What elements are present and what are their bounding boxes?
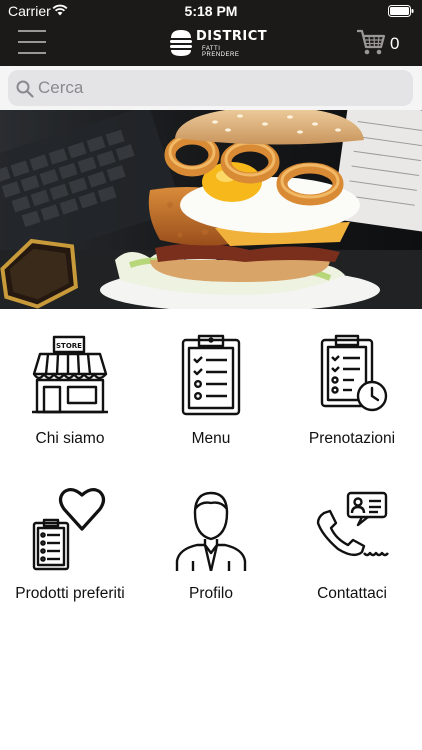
store-icon: STORE (32, 335, 108, 414)
cart-count: 0 (390, 34, 400, 53)
menu-item-chi-siamo[interactable]: STORE Chi siamo (0, 320, 140, 470)
hero-banner-image (0, 110, 422, 309)
search-icon (16, 80, 34, 103)
user-icon (175, 491, 247, 571)
status-bar: Carrier 5:18 PM (0, 0, 422, 22)
clipboard-clock-icon (320, 334, 388, 412)
app-header: Carrier 5:18 PM DISTRICT FATTI PRENDERE … (0, 0, 422, 66)
search-bar-container (0, 66, 422, 110)
svg-text:STORE: STORE (56, 342, 82, 350)
menu-item-label: Chi siamo (35, 430, 105, 447)
menu-item-contattaci[interactable]: Contattaci (282, 475, 422, 625)
menu-item-label: Profilo (189, 585, 233, 602)
clipboard-list-icon (181, 334, 241, 416)
phone-contact-icon (316, 491, 389, 557)
menu-item-prenotazioni[interactable]: Prenotazioni (282, 320, 422, 470)
brand-logo: DISTRICT FATTI PRENDERE (168, 26, 267, 60)
menu-item-label: Menu (191, 430, 231, 447)
brand-tagline: FATTI PRENDERE (202, 46, 240, 58)
burger-logo-icon (170, 30, 192, 56)
menu-item-label: Prodotti preferiti (15, 585, 125, 602)
heart-list-icon (32, 488, 106, 571)
battery-icon (388, 4, 414, 22)
menu-item-label: Contattaci (317, 585, 387, 602)
search-input[interactable] (38, 76, 398, 100)
brand-name: DISTRICT (196, 29, 268, 44)
menu-item-prodotti-preferiti[interactable]: Prodotti preferiti (0, 475, 140, 625)
clock: 5:18 PM (184, 3, 238, 19)
menu-item-profilo[interactable]: Profilo (141, 475, 281, 625)
menu-item-menu[interactable]: Menu (141, 320, 281, 470)
menu-toggle-button[interactable] (18, 28, 48, 58)
menu-item-label: Prenotazioni (308, 430, 396, 447)
nav-bar: DISTRICT FATTI PRENDERE 0 (0, 22, 422, 66)
cart-icon[interactable] (356, 28, 386, 58)
search-bar[interactable] (8, 70, 413, 106)
